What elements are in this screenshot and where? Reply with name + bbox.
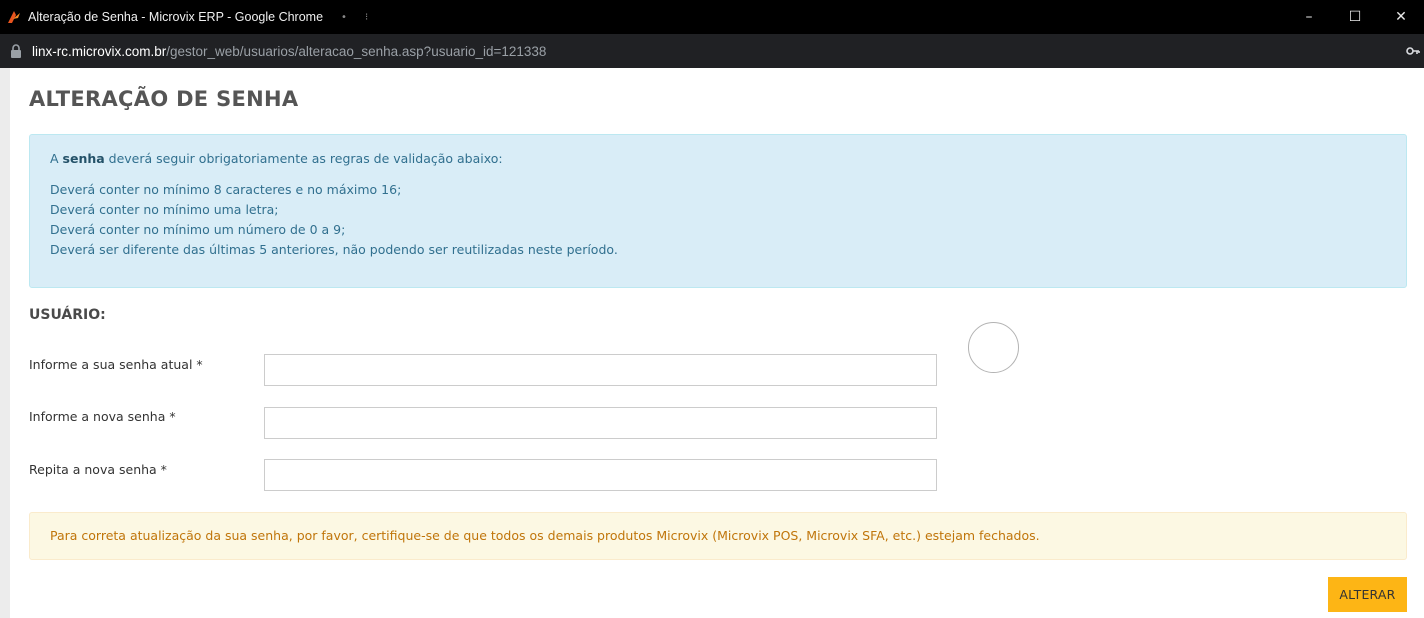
address-bar[interactable]: linx-rc.microvix.com.br/gestor_web/usuar…	[0, 34, 1424, 68]
minimize-button[interactable]: –	[1286, 0, 1332, 34]
current-password-label: Informe a sua senha atual *	[29, 357, 203, 372]
tab-dot-icon: ⁝	[364, 11, 369, 23]
url-path: /gestor_web/usuarios/alteracao_senha.asp…	[166, 43, 547, 59]
password-rule: Deverá conter no mínimo 8 caracteres e n…	[50, 182, 402, 197]
tab-dot-icon: •	[341, 11, 347, 23]
window-title: Alteração de Senha - Microvix ERP - Goog…	[28, 10, 324, 24]
user-label: USUÁRIO:	[29, 307, 106, 323]
maximize-button[interactable]: ☐	[1332, 0, 1378, 34]
page-left-border	[0, 68, 10, 618]
close-products-warning: Para correta atualização da sua senha, p…	[29, 512, 1407, 560]
page-content: ALTERAÇÃO DE SENHA A senha deverá seguir…	[0, 68, 1424, 618]
new-password-label: Informe a nova senha *	[29, 409, 176, 424]
key-icon[interactable]	[1406, 45, 1420, 57]
window-controls: – ☐ ✕	[1286, 0, 1424, 34]
repeat-password-input[interactable]	[264, 459, 937, 491]
alterar-button[interactable]: ALTERAR	[1328, 577, 1407, 612]
password-rule: Deverá ser diferente das últimas 5 anter…	[50, 242, 618, 257]
current-password-input[interactable]	[264, 354, 937, 386]
intro-suffix: deverá seguir obrigatoriamente as regras…	[104, 151, 503, 166]
intro-bold-word: senha	[62, 151, 105, 166]
password-rule: Deverá conter no mínimo um número de 0 a…	[50, 222, 346, 237]
close-button[interactable]: ✕	[1378, 0, 1424, 34]
new-password-input[interactable]	[264, 407, 937, 439]
lock-icon[interactable]	[10, 44, 22, 58]
loading-spinner-icon	[968, 322, 1019, 373]
url-text[interactable]: linx-rc.microvix.com.br/gestor_web/usuar…	[32, 44, 546, 59]
url-host: linx-rc.microvix.com.br	[32, 43, 167, 59]
intro-prefix: A	[50, 151, 63, 166]
microvix-logo-icon	[8, 11, 20, 23]
password-rules-intro: A senha deverá seguir obrigatoriamente a…	[50, 151, 1386, 166]
browser-title-bar: Alteração de Senha - Microvix ERP - Goog…	[0, 0, 1424, 34]
password-rule: Deverá conter no mínimo uma letra;	[50, 202, 279, 217]
page-title: ALTERAÇÃO DE SENHA	[29, 87, 299, 111]
title-bar-tab-dots: • ⁝	[341, 12, 368, 23]
password-rules-alert: A senha deverá seguir obrigatoriamente a…	[29, 134, 1407, 288]
repeat-password-label: Repita a nova senha *	[29, 462, 167, 477]
